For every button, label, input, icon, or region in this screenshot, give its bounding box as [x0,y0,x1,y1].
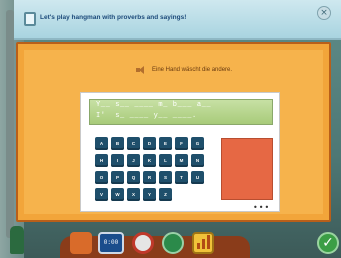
prompt-text: Eine Hand wäscht die andere. [152,67,233,73]
key-y[interactable]: Y [143,188,156,201]
puzzle-display: Y__ s__ ____ m_ b___ a__ I' s_ ____ y__ … [89,99,273,125]
prompt-line[interactable]: Eine Hand wäscht die andere. [136,66,232,74]
key-z[interactable]: Z [159,188,172,201]
hangman-drawing-area [221,138,273,200]
close-icon: × [320,8,328,18]
puzzle-line-2: I' s_ ____ y__ ____. [96,112,197,120]
key-a[interactable]: A [95,137,108,150]
key-k[interactable]: K [143,154,156,167]
pencil-tool-button[interactable] [70,232,92,254]
letter-keyboard: A B C D E F G H I J K L M N O P Q R S T … [95,137,204,201]
key-t[interactable]: T [175,171,188,184]
key-x[interactable]: X [127,188,140,201]
key-c[interactable]: C [127,137,140,150]
book-binding [6,10,14,238]
key-l[interactable]: L [159,154,172,167]
globe-button[interactable] [162,232,184,254]
key-v[interactable]: V [95,188,108,201]
key-s[interactable]: S [159,171,172,184]
key-u[interactable]: U [191,171,204,184]
key-i[interactable]: I [111,154,124,167]
bottom-toolbar: 0:00 [0,226,341,258]
gauge-button[interactable] [132,232,154,254]
check-icon: ✓ [322,235,334,251]
check-button[interactable]: ✓ [317,232,339,254]
bottle-icon[interactable] [10,226,24,254]
stats-bars-button[interactable] [192,232,214,254]
document-icon [24,12,36,26]
key-o[interactable]: O [95,171,108,184]
key-n[interactable]: N [191,154,204,167]
puzzle-line-1: Y__ s__ ____ m_ b___ a__ [96,101,212,109]
clock-display[interactable]: 0:00 [98,232,124,254]
key-q[interactable]: Q [127,171,140,184]
speaker-icon[interactable] [136,66,147,74]
key-f[interactable]: F [175,137,188,150]
game-panel: Y__ s__ ____ m_ b___ a__ I' s_ ____ y__ … [80,92,280,212]
close-button[interactable]: × [317,6,331,20]
key-b[interactable]: B [111,137,124,150]
key-e[interactable]: E [159,137,172,150]
key-p[interactable]: P [111,171,124,184]
key-g[interactable]: G [191,137,204,150]
key-m[interactable]: M [175,154,188,167]
header-title: Let's play hangman with proverbs and say… [40,14,187,21]
key-r[interactable]: R [143,171,156,184]
more-dots-icon[interactable]: ••• [253,203,270,212]
key-j[interactable]: J [127,154,140,167]
key-h[interactable]: H [95,154,108,167]
game-board: Eine Hand wäscht die andere. Y__ s__ ___… [16,42,331,222]
key-d[interactable]: D [143,137,156,150]
header-bar: Let's play hangman with proverbs and say… [14,0,341,40]
key-w[interactable]: W [111,188,124,201]
